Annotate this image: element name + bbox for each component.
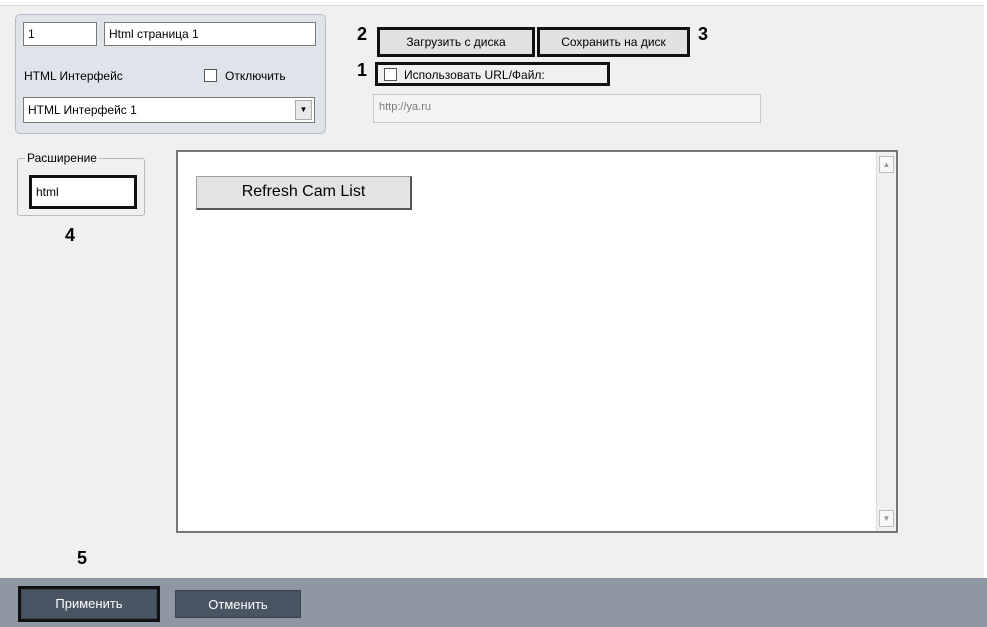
cancel-button[interactable]: Отменить [175,590,301,618]
load-from-disk-button[interactable]: Загрузить с диска [377,27,535,57]
extension-legend: Расширение [25,150,99,166]
disable-checkbox[interactable] [204,69,217,82]
chevron-down-icon[interactable]: ▼ [879,510,894,527]
extension-field[interactable]: html [29,175,137,209]
interface-select-value: HTML Интерфейс 1 [28,103,137,117]
refresh-cam-list-button[interactable]: Refresh Cam List [196,176,412,210]
use-url-group: Использовать URL/Файл: [375,62,610,86]
html-editor[interactable]: Refresh Cam List ▲ ▼ [176,150,898,533]
bottom-bar: Применить Отменить [0,578,987,627]
interface-select[interactable]: HTML Интерфейс 1 ▼ [23,97,315,123]
use-url-label: Использовать URL/Файл: [404,68,545,82]
chevron-down-icon[interactable]: ▼ [295,100,312,120]
annotation-2: 2 [357,24,368,44]
annotation-3: 3 [698,24,709,44]
vertical-scrollbar[interactable]: ▲ ▼ [876,152,896,531]
object-id-field[interactable]: 1 [23,22,97,46]
object-name-field[interactable]: Html страница 1 [104,22,316,46]
apply-button[interactable]: Применить [18,586,160,622]
save-to-disk-button[interactable]: Сохранить на диск [537,27,690,57]
annotation-5: 5 [77,548,88,568]
object-settings-panel: 1 Html страница 1 HTML Интерфейс Отключи… [15,14,326,134]
interface-label: HTML Интерфейс [24,69,123,83]
disable-label: Отключить [225,69,286,83]
annotation-1: 1 [357,60,368,80]
use-url-checkbox[interactable] [384,68,397,81]
top-border [0,0,987,6]
annotation-4: 4 [65,225,76,245]
chevron-up-icon[interactable]: ▲ [879,156,894,173]
url-input[interactable]: http://ya.ru [373,94,761,123]
